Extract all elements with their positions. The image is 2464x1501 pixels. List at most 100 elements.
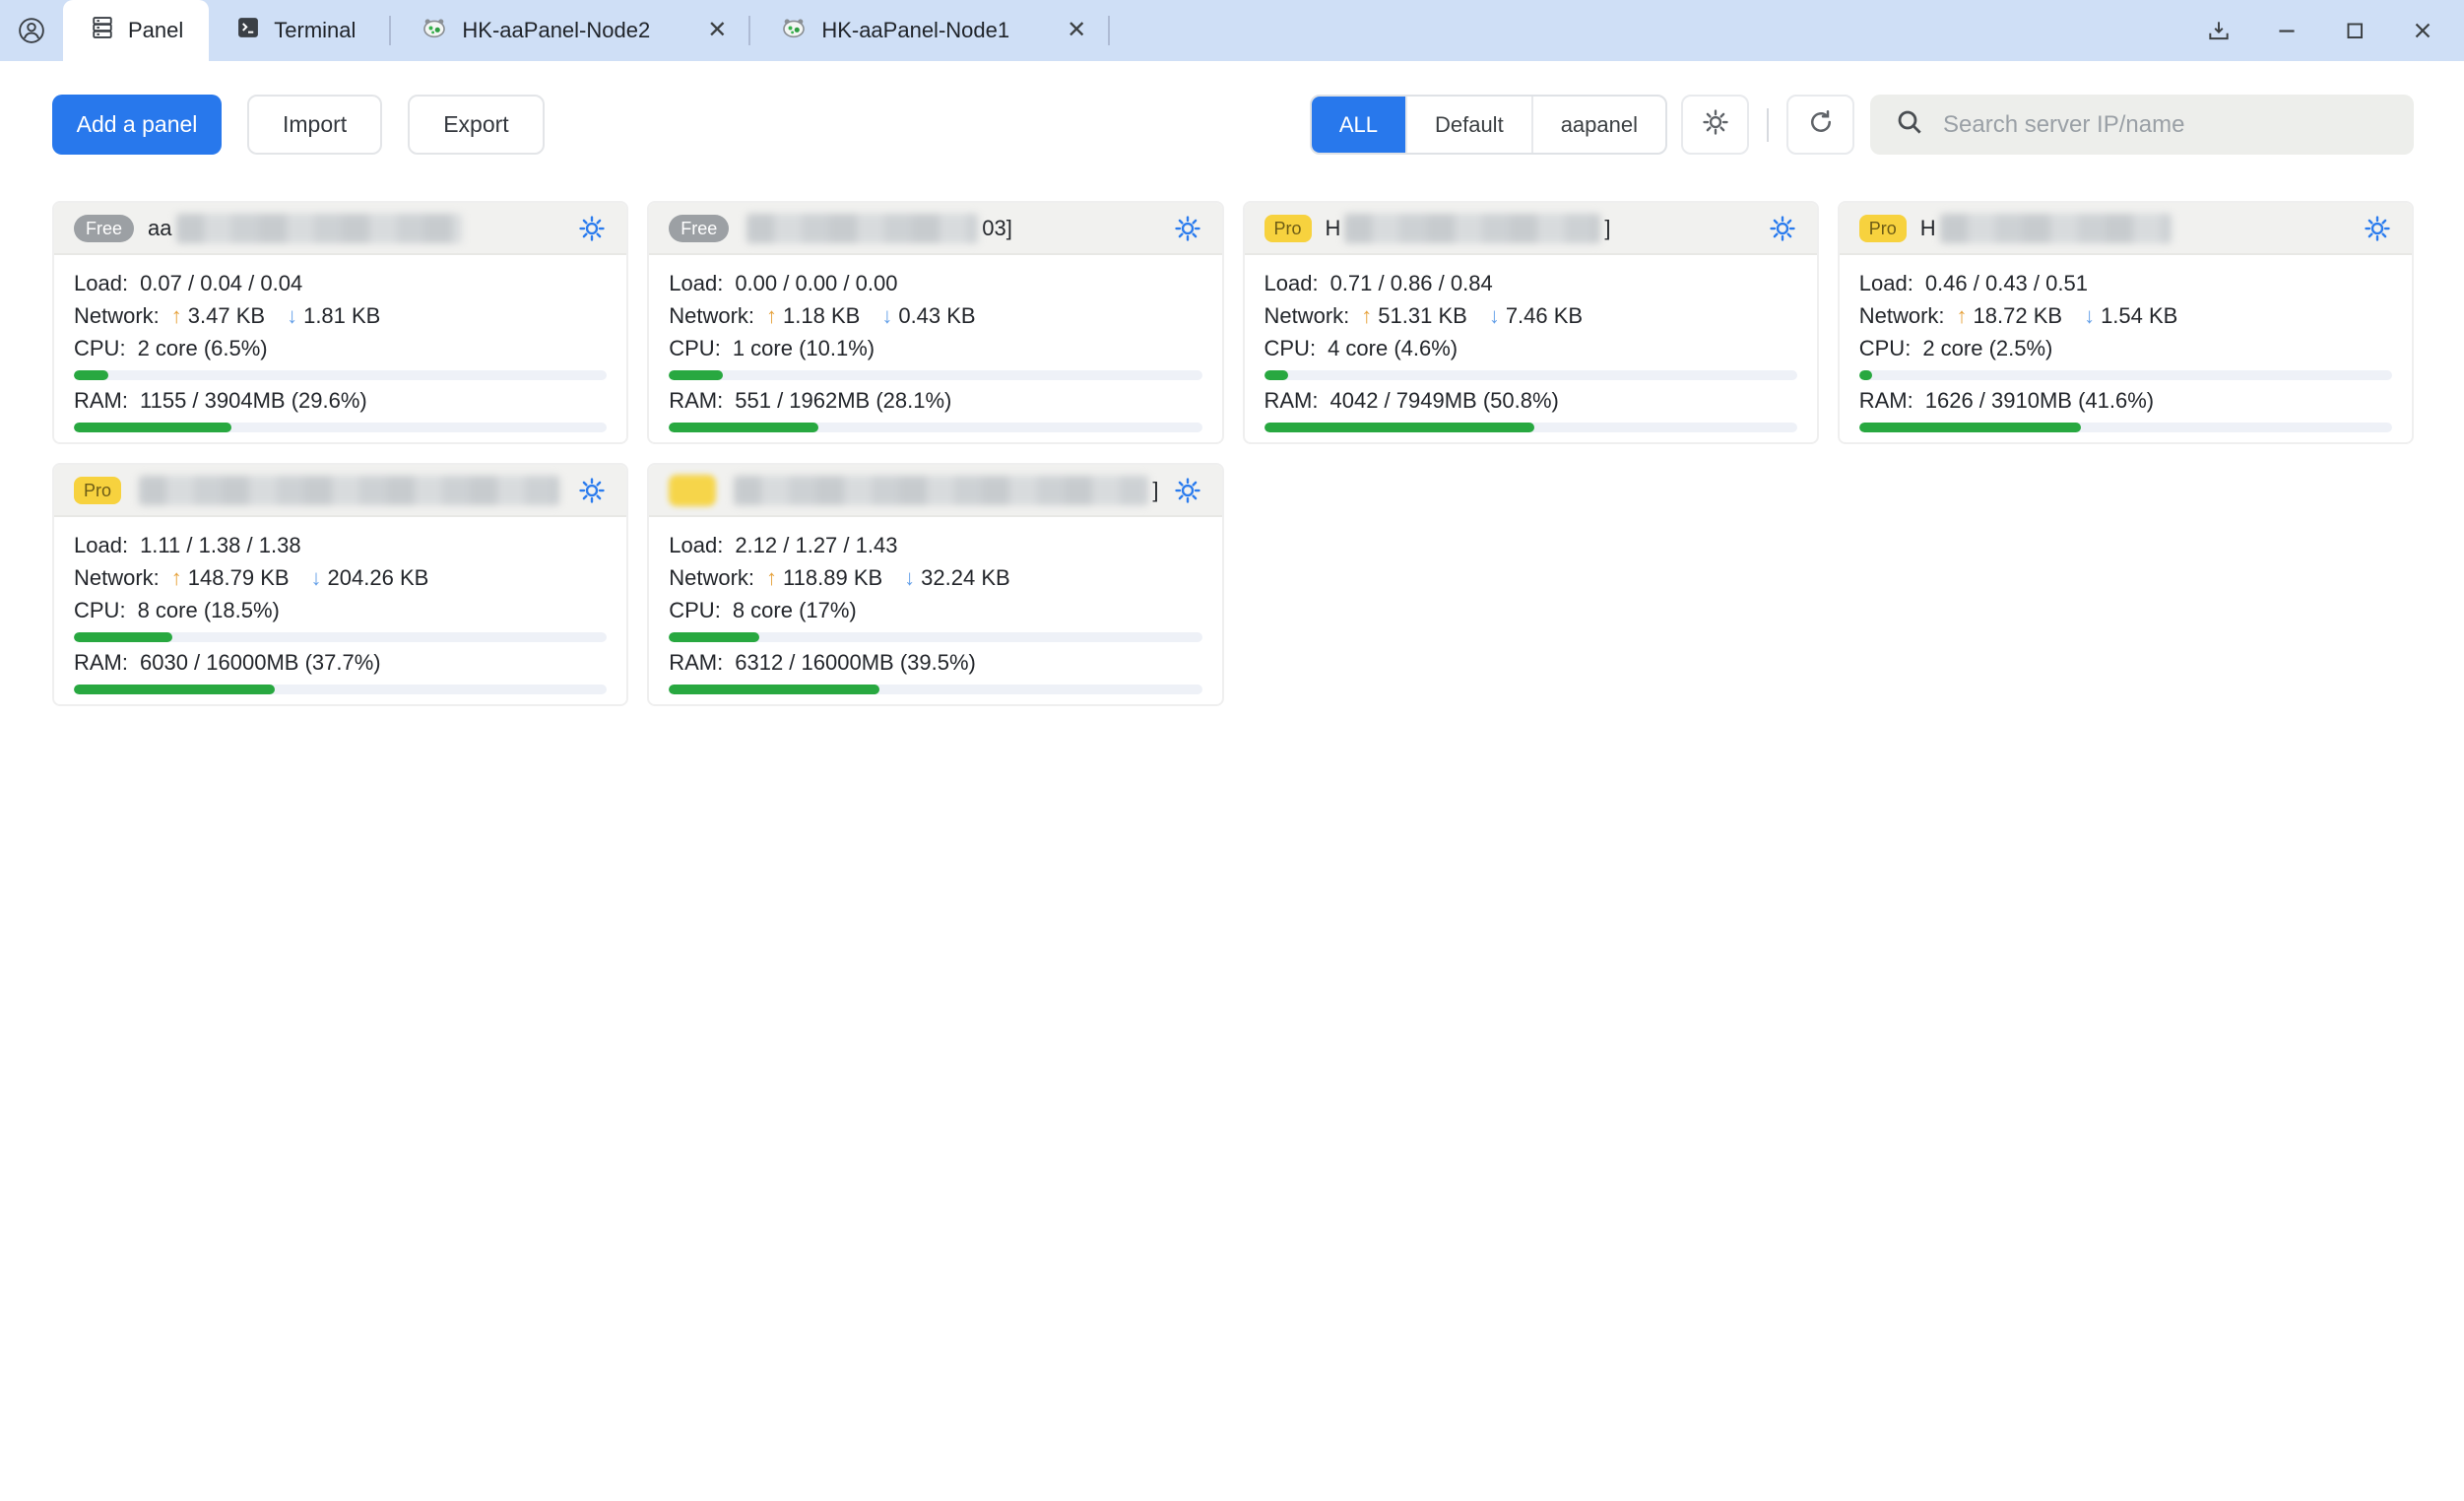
cpu-row: CPU: 8 core (17%) xyxy=(669,594,1201,626)
account-icon[interactable] xyxy=(0,0,63,61)
cpu-progress-track xyxy=(669,370,1201,380)
load-label: Load: xyxy=(1264,267,1319,299)
panel-card[interactable]: ] Load: 2.12 / 1.27 / 1.43 Network: ↑ xyxy=(647,463,1223,706)
titlebar: Panel Terminal HK-aaPanel-Node2 ✕ xyxy=(0,0,2464,61)
tab-node1-close-icon[interactable]: ✕ xyxy=(1067,19,1086,42)
load-label: Load: xyxy=(74,267,128,299)
group-settings-button[interactable] xyxy=(1681,95,1749,155)
load-row: Load: 0.71 / 0.86 / 0.84 xyxy=(1264,267,1797,299)
panel-card-header: Pro H xyxy=(1840,203,2412,255)
tab-separator xyxy=(1108,16,1110,45)
cpu-row: CPU: 8 core (18.5%) xyxy=(74,594,607,626)
cpu-progress-fill xyxy=(74,632,172,642)
card-settings-gear-icon[interactable] xyxy=(577,476,607,505)
toolbar: Add a panel Import Export ALL Default aa… xyxy=(52,95,2414,155)
import-button[interactable]: Import xyxy=(247,95,382,155)
search-input[interactable] xyxy=(1943,111,2376,139)
cpu-row: CPU: 2 core (6.5%) xyxy=(74,332,607,364)
cpu-progress-track xyxy=(1859,370,2392,380)
card-settings-gear-icon[interactable] xyxy=(1768,214,1797,243)
tab-panel[interactable]: Panel xyxy=(63,0,209,61)
panel-card-body: Load: 0.07 / 0.04 / 0.04 Network: ↑ 3.47… xyxy=(54,255,626,432)
ram-label: RAM: xyxy=(669,646,723,679)
panel-card-header: ] xyxy=(649,465,1221,517)
panel-card-body: Load: 2.12 / 1.27 / 1.43 Network: ↑ 118.… xyxy=(649,517,1221,694)
network-row: Network: ↑ 148.79 KB ↓ 204.26 KB xyxy=(74,561,607,594)
filter-aapanel[interactable]: aapanel xyxy=(1531,97,1665,153)
server-name: H ] xyxy=(1326,214,1754,243)
panel-card-body: Load: 0.71 / 0.86 / 0.84 Network: ↑ 51.3… xyxy=(1245,255,1817,432)
cpu-progress-fill xyxy=(1859,370,1873,380)
cpu-progress-track xyxy=(74,632,607,642)
card-settings-gear-icon[interactable] xyxy=(2363,214,2392,243)
cpu-label: CPU: xyxy=(1859,332,1912,364)
load-row: Load: 0.07 / 0.04 / 0.04 xyxy=(74,267,607,299)
tab-node1[interactable]: HK-aaPanel-Node1 ✕ xyxy=(758,0,1100,61)
cpu-label: CPU: xyxy=(74,594,126,626)
search-box[interactable] xyxy=(1870,95,2414,155)
ram-label: RAM: xyxy=(1264,384,1319,417)
cpu-progress-fill xyxy=(1264,370,1289,380)
load-value: 0.00 / 0.00 / 0.00 xyxy=(735,267,897,299)
tab-node2-close-icon[interactable]: ✕ xyxy=(707,19,727,42)
filter-all[interactable]: ALL xyxy=(1312,97,1405,153)
upload-arrow-icon: ↑ xyxy=(1361,299,1372,332)
load-value: 0.46 / 0.43 / 0.51 xyxy=(1925,267,2088,299)
load-value: 1.11 / 1.38 / 1.38 xyxy=(140,529,301,561)
network-label: Network: xyxy=(1859,299,1945,332)
panel-card[interactable]: Free aa Load: 0.07 / 0.04 / 0.04 xyxy=(52,201,628,444)
network-down-value: 1.81 KB xyxy=(303,299,380,332)
plan-badge: Free xyxy=(669,215,729,242)
tab-panel-label: Panel xyxy=(128,18,183,43)
maximize-icon[interactable] xyxy=(2320,0,2388,61)
export-button[interactable]: Export xyxy=(408,95,544,155)
refresh-button[interactable] xyxy=(1786,95,1854,155)
download-arrow-icon: ↓ xyxy=(287,299,297,332)
close-icon[interactable] xyxy=(2388,0,2456,61)
card-settings-gear-icon[interactable] xyxy=(577,214,607,243)
minimize-icon[interactable] xyxy=(2252,0,2320,61)
cpu-value: 8 core (18.5%) xyxy=(138,594,280,626)
panel-card-header: Pro xyxy=(54,465,626,517)
panel-card[interactable]: Pro H ] Load: 0.71 / 0.86 / 0.84 xyxy=(1243,201,1819,444)
ram-progress-fill xyxy=(669,423,818,432)
load-row: Load: 0.46 / 0.43 / 0.51 xyxy=(1859,267,2392,299)
filter-default[interactable]: Default xyxy=(1405,97,1531,153)
ram-value: 6312 / 16000MB (39.5%) xyxy=(735,646,976,679)
panel-grid: Free aa Load: 0.07 / 0.04 / 0.04 xyxy=(52,201,2414,706)
panel-card[interactable]: Free 03] Load: 0.00 / 0.00 / 0.00 xyxy=(647,201,1223,444)
plan-badge: Pro xyxy=(1859,215,1907,242)
ram-value: 4042 / 7949MB (50.8%) xyxy=(1330,384,1559,417)
network-down-value: 32.24 KB xyxy=(921,561,1010,594)
server-rack-icon xyxy=(89,14,116,47)
tab-node1-label: HK-aaPanel-Node1 xyxy=(821,18,1009,43)
card-settings-gear-icon[interactable] xyxy=(1173,476,1202,505)
load-value: 0.07 / 0.04 / 0.04 xyxy=(140,267,302,299)
ram-row: RAM: 4042 / 7949MB (50.8%) xyxy=(1264,384,1797,417)
tab-node2[interactable]: HK-aaPanel-Node2 ✕ xyxy=(399,0,741,61)
network-row: Network: ↑ 3.47 KB ↓ 1.81 KB xyxy=(74,299,607,332)
panel-card-header: Free 03] xyxy=(649,203,1221,255)
upload-arrow-icon: ↑ xyxy=(171,299,182,332)
cpu-progress-track xyxy=(669,632,1201,642)
ram-progress-track xyxy=(1859,423,2392,432)
add-panel-button[interactable]: Add a panel xyxy=(52,95,222,155)
ram-progress-track xyxy=(74,423,607,432)
tab-terminal[interactable]: Terminal xyxy=(209,0,381,61)
window-controls xyxy=(2184,0,2464,61)
panel-card[interactable]: Pro H Load: 0.46 / 0.43 / 0.51 xyxy=(1838,201,2414,444)
load-row: Load: 2.12 / 1.27 / 1.43 xyxy=(669,529,1201,561)
cpu-progress-fill xyxy=(74,370,108,380)
tab-terminal-label: Terminal xyxy=(274,18,356,43)
panel-card[interactable]: Pro Load: 1.11 / 1.38 / 1.38 xyxy=(52,463,628,706)
network-row: Network: ↑ 18.72 KB ↓ 1.54 KB xyxy=(1859,299,2392,332)
ram-value: 6030 / 16000MB (37.7%) xyxy=(140,646,381,679)
card-settings-gear-icon[interactable] xyxy=(1173,214,1202,243)
download-icon[interactable] xyxy=(2184,0,2252,61)
tab-separator xyxy=(748,16,750,45)
cpu-progress-track xyxy=(1264,370,1797,380)
cpu-value: 2 core (2.5%) xyxy=(1922,332,2052,364)
network-down-value: 7.46 KB xyxy=(1506,299,1583,332)
ram-progress-fill xyxy=(74,685,275,694)
ram-progress-track xyxy=(74,685,607,694)
